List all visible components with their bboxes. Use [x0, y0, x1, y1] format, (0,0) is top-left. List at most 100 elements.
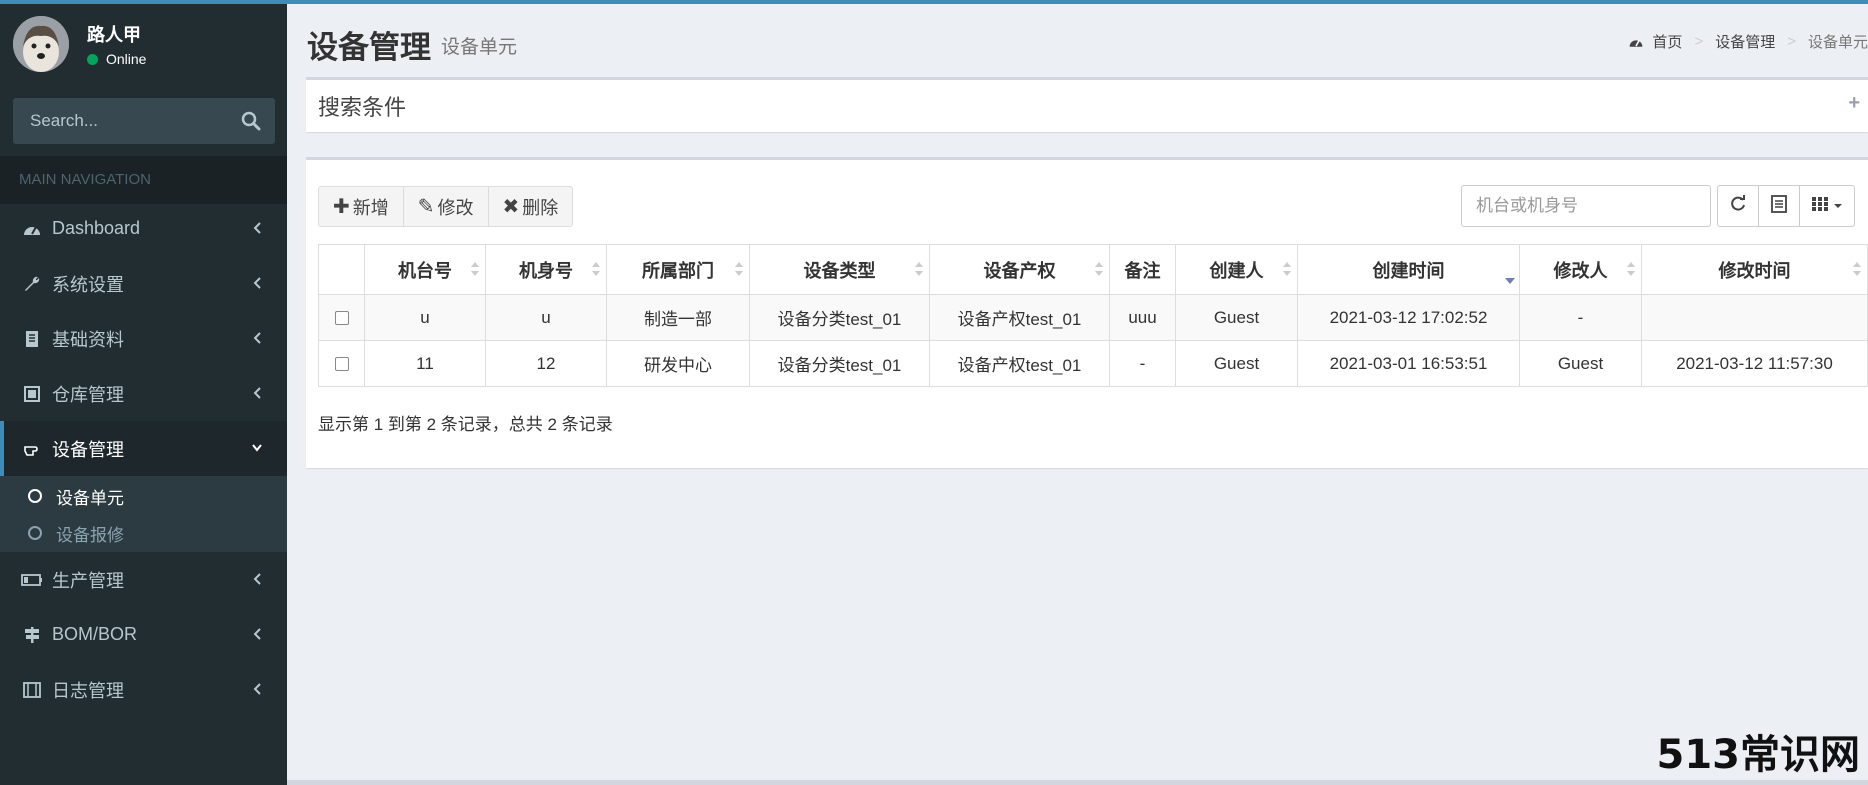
refresh-icon: [1729, 194, 1747, 218]
plus-icon: ✚: [333, 196, 350, 218]
watermark: 513常识网: [1656, 732, 1861, 778]
sort-icon: [735, 260, 743, 278]
table-cell: 12: [485, 340, 607, 387]
column-header-label: 修改时间: [1718, 260, 1791, 281]
sidebar-item-label: 生产管理: [52, 570, 124, 591]
circle-icon: [28, 489, 42, 503]
avatar[interactable]: [13, 16, 69, 72]
search-conditions-box: 搜索条件 +: [306, 77, 1868, 132]
sidebar-item-logs[interactable]: 日志管理: [0, 662, 287, 717]
table-cell: -: [1109, 340, 1176, 387]
sort-desc-icon: [1505, 269, 1515, 287]
column-header[interactable]: 机台号: [364, 244, 486, 295]
table-row[interactable]: 11 12 研发中心 设备分类test_01 设备产权test_01 - Gue…: [318, 340, 1868, 387]
list-icon: [1771, 194, 1787, 218]
row-checkbox[interactable]: [334, 357, 349, 372]
search-icon[interactable]: [240, 110, 262, 132]
sidebar-item-equipment[interactable]: 设备管理: [0, 421, 287, 476]
edit-button[interactable]: ✎ 修改: [402, 186, 489, 227]
column-header[interactable]: 设备类型: [749, 244, 930, 295]
submenu-label: 设备单元: [56, 488, 124, 508]
column-header-sorted[interactable]: 创建时间: [1297, 244, 1520, 295]
main-content: 设备管理 设备单元 首页 > 设备管理 > 设备单元 搜索条件 + ✚ 新增 ✎…: [287, 4, 1868, 785]
sidebar-item-basic-data[interactable]: 基础资料: [0, 311, 287, 366]
delete-button[interactable]: ✖ 删除: [487, 186, 574, 227]
user-panel: 路人甲 Online: [0, 4, 287, 94]
table-cell: u: [364, 294, 486, 341]
column-header-label: 设备产权: [983, 260, 1056, 281]
sidebar-item-label: 设备管理: [52, 439, 124, 460]
column-header[interactable]: 所属部门: [606, 244, 750, 295]
chevron-left-icon: [251, 330, 263, 346]
pagination-info: 显示第 1 到第 2 条记录，总共 2 条记录: [318, 415, 613, 434]
column-header[interactable]: 备注: [1109, 244, 1176, 295]
sort-icon: [1853, 260, 1861, 278]
equipment-submenu: 设备单元 设备报修: [0, 476, 287, 552]
wrench-icon: [21, 273, 43, 295]
row-checkbox[interactable]: [334, 311, 349, 326]
sidebar-search-input[interactable]: [14, 99, 234, 143]
column-header[interactable]: 机身号: [485, 244, 607, 295]
table-row[interactable]: u u 制造一部 设备分类test_01 设备产权test_01 uuu Gue…: [318, 294, 1868, 341]
sort-icon: [1627, 260, 1635, 278]
submenu-item-equipment-unit[interactable]: 设备单元: [0, 478, 287, 514]
select-column-header: [318, 244, 365, 295]
user-name: 路人甲: [87, 25, 141, 45]
top-accent-line: [0, 0, 1868, 4]
breadcrumb-equipment[interactable]: 设备管理: [1715, 31, 1775, 52]
table-cell: Guest: [1175, 294, 1298, 341]
toggle-view-button[interactable]: [1758, 185, 1800, 227]
status-label: Online: [106, 51, 147, 67]
sidebar-item-production[interactable]: 生产管理: [0, 552, 287, 607]
table-cell: [1641, 294, 1868, 341]
chevron-left-icon: [251, 681, 263, 697]
sidebar-item-warehouse[interactable]: 仓库管理: [0, 366, 287, 421]
table-cell: 11: [364, 340, 486, 387]
sort-icon: [1283, 260, 1291, 278]
column-header[interactable]: 创建人: [1175, 244, 1298, 295]
refresh-button[interactable]: [1717, 185, 1759, 227]
user-status: Online: [87, 51, 146, 67]
chevron-left-icon: [251, 571, 263, 587]
table-search-input[interactable]: [1461, 185, 1711, 227]
sidebar: 路人甲 Online MAIN NAVIGATION Dashboard 系统设…: [0, 0, 287, 785]
table-cell: -: [1519, 294, 1642, 341]
sidebar-item-label: BOM/BOR: [52, 624, 138, 644]
breadcrumb-current: 设备单元: [1807, 34, 1868, 51]
page-title: 设备管理: [307, 30, 431, 65]
column-header-label: 机台号: [398, 260, 452, 281]
sidebar-item-label: 基础资料: [52, 329, 124, 350]
column-header-label: 创建人: [1209, 260, 1264, 281]
row-select-cell: [318, 294, 365, 341]
columns-dropdown-button[interactable]: [1799, 185, 1855, 227]
breadcrumb-separator: >: [1694, 33, 1704, 50]
circle-icon: [28, 526, 42, 540]
battery-icon: [21, 569, 43, 591]
column-header[interactable]: 修改人: [1519, 244, 1642, 295]
edit-button-label: 修改: [437, 197, 474, 218]
table-cell: 研发中心: [606, 340, 750, 387]
hand-icon: [21, 438, 43, 460]
submenu-item-equipment-repair[interactable]: 设备报修: [0, 515, 287, 551]
column-header[interactable]: 修改时间: [1641, 244, 1868, 295]
expand-plus-icon[interactable]: +: [1848, 92, 1860, 115]
column-header[interactable]: 设备产权: [929, 244, 1110, 295]
table-cell: uuu: [1109, 294, 1176, 341]
table-cell: Guest: [1175, 340, 1298, 387]
table-cell: 2021-03-12 17:02:52: [1297, 294, 1520, 341]
submenu-label: 设备报修: [56, 525, 124, 545]
sort-icon: [592, 260, 600, 278]
table-cell: 设备分类test_01: [749, 294, 930, 341]
film-icon: [21, 679, 43, 701]
sidebar-item-dashboard[interactable]: Dashboard: [0, 201, 287, 256]
sidebar-item-system-settings[interactable]: 系统设置: [0, 256, 287, 311]
add-button[interactable]: ✚ 新增: [318, 186, 404, 227]
chevron-left-icon: [251, 220, 263, 236]
search-conditions-title: 搜索条件: [318, 95, 407, 120]
table-header-row: 机台号 机身号 所属部门 设备类型 设备产权 备注 创建人 创建时间 修改人 修…: [318, 244, 1868, 295]
breadcrumb-home[interactable]: 首页: [1652, 31, 1682, 52]
breadcrumb-separator: >: [1787, 33, 1796, 50]
nav-header: MAIN NAVIGATION: [0, 156, 287, 204]
sidebar-item-bom-bor[interactable]: BOM/BOR: [0, 607, 287, 662]
table-cell: u: [485, 294, 607, 341]
